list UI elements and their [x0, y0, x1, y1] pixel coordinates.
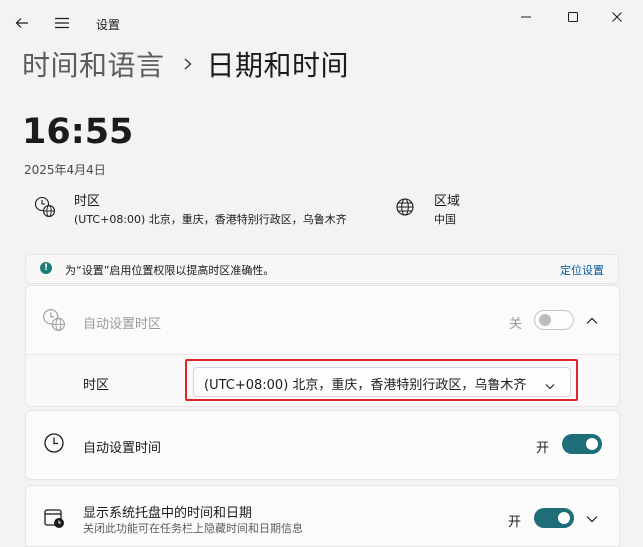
chevron-up-icon[interactable] — [585, 313, 601, 329]
hamburger-menu-icon[interactable] — [52, 13, 72, 33]
region-summary-title: 区域 — [434, 194, 461, 209]
info-icon: ! — [40, 262, 52, 274]
tray-time-state: 开 — [508, 515, 522, 530]
timezone-select-row: 时区 (UTC+08:00) 北京，重庆，香港特别行政区，乌鲁木齐 — [26, 355, 619, 406]
current-date: 2025年4月4日 — [24, 163, 106, 177]
tray-time-row[interactable]: 显示系统托盘中的时间和日期 关闭此功能可在任务栏上隐藏时间和日期信息 开 — [25, 485, 620, 547]
banner-text: 为“设置”启用位置权限以提高时区准确性。 — [65, 264, 275, 277]
auto-time-row[interactable]: 自动设置时间 开 — [25, 410, 620, 480]
auto-timezone-state: 关 — [509, 317, 523, 332]
calendar-clock-icon — [42, 506, 66, 530]
location-permission-banner: ! 为“设置”启用位置权限以提高时区准确性。 定位设置 — [25, 254, 619, 284]
chevron-down-icon — [544, 377, 556, 390]
auto-time-state: 开 — [536, 441, 550, 456]
back-arrow-icon[interactable] — [12, 13, 32, 33]
chevron-right-icon — [183, 57, 193, 71]
app-title: 设置 — [96, 18, 121, 32]
close-icon[interactable] — [597, 6, 637, 28]
chevron-down-icon[interactable] — [585, 511, 601, 527]
globe-icon — [394, 196, 416, 218]
auto-time-toggle[interactable] — [562, 434, 602, 454]
clock-icon — [42, 431, 66, 455]
timezone-dropdown[interactable]: (UTC+08:00) 北京，重庆，香港特别行政区，乌鲁木齐 — [193, 367, 571, 397]
tray-time-toggle[interactable] — [534, 508, 574, 528]
title-bar: 设置 — [0, 0, 643, 46]
location-settings-link[interactable]: 定位设置 — [560, 262, 604, 278]
minimize-icon[interactable] — [506, 6, 546, 28]
timezone-summary: 时区 (UTC+08:00) 北京，重庆，香港特别行政区，乌鲁木齐 — [34, 190, 384, 230]
region-summary-value: 中国 — [434, 213, 456, 226]
current-time: 16:55 — [22, 112, 134, 152]
maximize-icon[interactable] — [553, 6, 593, 28]
timezone-globe-clock-icon — [42, 308, 66, 332]
auto-time-label: 自动设置时间 — [83, 441, 162, 456]
breadcrumb: 时间和语言 日期和时间 — [22, 44, 349, 84]
breadcrumb-parent-link[interactable]: 时间和语言 — [22, 44, 165, 84]
tray-time-description: 关闭此功能可在任务栏上隐藏时间和日期信息 — [83, 522, 303, 535]
timezone-dropdown-value: (UTC+08:00) 北京，重庆，香港特别行政区，乌鲁木齐 — [204, 378, 527, 393]
timezone-globe-clock-icon — [34, 196, 56, 218]
auto-timezone-card: 自动设置时区 关 时区 (UTC+08:00) 北京，重庆，香港特别行政区，乌鲁… — [25, 285, 620, 407]
timezone-summary-title: 时区 — [74, 194, 101, 209]
auto-timezone-toggle[interactable] — [534, 310, 574, 330]
page-title: 日期和时间 — [206, 49, 350, 82]
auto-timezone-row[interactable]: 自动设置时区 关 — [26, 286, 619, 354]
region-summary: 区域 中国 — [394, 190, 544, 230]
tray-time-label: 显示系统托盘中的时间和日期 — [83, 506, 253, 521]
auto-timezone-label: 自动设置时区 — [83, 317, 162, 332]
timezone-select-label: 时区 — [83, 378, 110, 393]
timezone-summary-value: (UTC+08:00) 北京，重庆，香港特别行政区，乌鲁木齐 — [74, 213, 347, 226]
